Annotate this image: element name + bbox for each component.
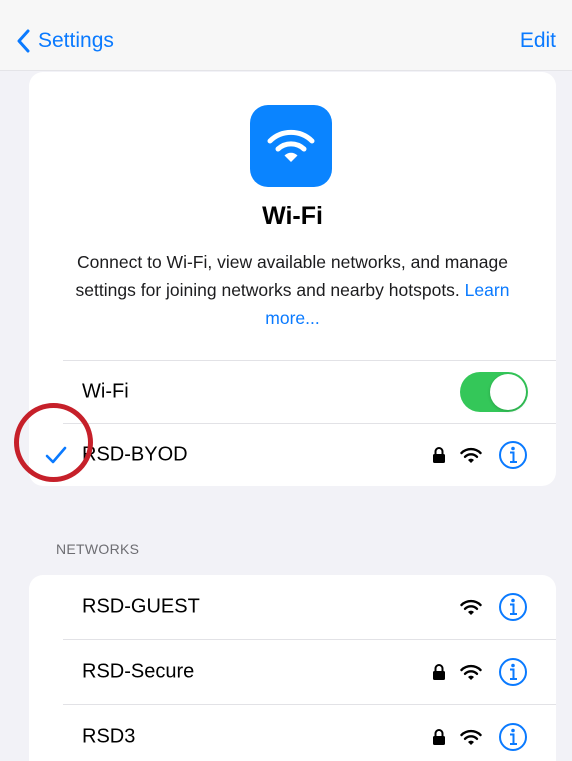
network-name: RSD-BYOD (82, 443, 188, 466)
network-row[interactable]: RSD-GUEST (29, 575, 556, 639)
network-accessories (432, 722, 528, 752)
page-title: Wi-Fi (262, 202, 323, 230)
network-accessories (432, 657, 528, 687)
description-text: Connect to Wi-Fi, view available network… (75, 252, 508, 300)
wifi-signal-icon (460, 729, 482, 745)
wifi-card: Wi-Fi Connect to Wi-Fi, view available n… (29, 72, 556, 486)
toggle-knob (490, 374, 526, 410)
wifi-signal-icon (460, 664, 482, 680)
network-name: RSD-Secure (82, 660, 195, 683)
edit-button[interactable]: Edit (520, 29, 556, 53)
info-button[interactable] (498, 657, 528, 687)
info-button[interactable] (498, 592, 528, 622)
wifi-icon (267, 129, 315, 162)
chevron-left-icon (17, 29, 30, 53)
network-accessories (432, 440, 528, 470)
info-icon (499, 658, 527, 686)
description: Connect to Wi-Fi, view available network… (57, 248, 528, 332)
navigation-bar: Settings Edit (0, 0, 572, 71)
wifi-signal-icon (460, 447, 482, 463)
wifi-toggle-row: Wi-Fi (29, 361, 556, 423)
wifi-signal-icon (460, 599, 482, 615)
network-accessories (460, 592, 528, 622)
wifi-app-icon (250, 105, 332, 187)
wifi-toggle[interactable] (460, 372, 528, 412)
lock-icon (433, 729, 445, 745)
lock-icon (433, 664, 445, 680)
info-button[interactable] (498, 440, 528, 470)
network-name: RSD3 (82, 725, 136, 748)
connected-network-row[interactable]: RSD-BYOD (29, 424, 556, 486)
info-button[interactable] (498, 722, 528, 752)
info-icon (499, 441, 527, 469)
annotation-circle (14, 403, 93, 482)
wifi-toggle-label: Wi-Fi (82, 380, 129, 403)
network-row[interactable]: RSD3 (29, 705, 556, 761)
back-button[interactable]: Settings (16, 26, 114, 56)
networks-card: RSD-GUEST RSD-Secure RSD3 (29, 575, 556, 761)
info-icon (499, 593, 527, 621)
back-label: Settings (38, 29, 114, 52)
section-header-networks: NETWORKS (56, 541, 140, 557)
lock-icon (433, 447, 445, 463)
info-icon (499, 723, 527, 751)
network-name: RSD-GUEST (82, 595, 200, 618)
network-row[interactable]: RSD-Secure (29, 640, 556, 704)
